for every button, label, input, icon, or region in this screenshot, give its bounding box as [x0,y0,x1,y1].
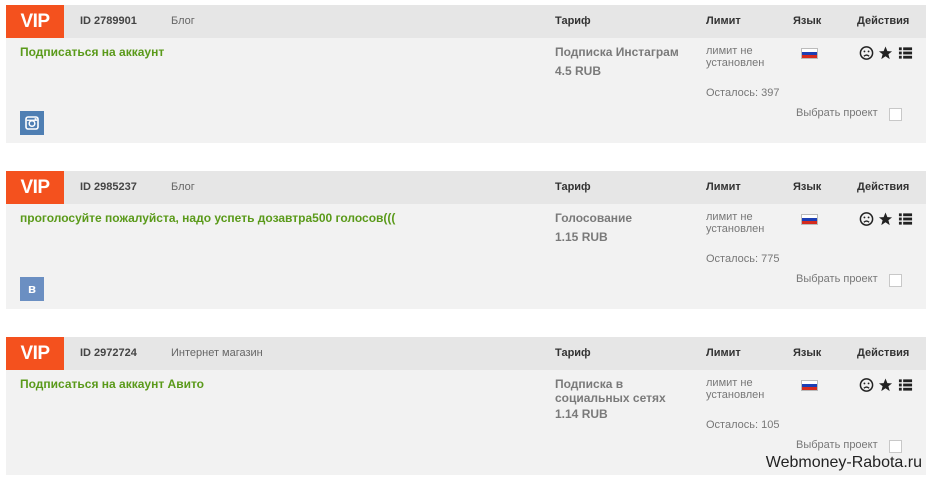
select-project-label: Выбрать проект [796,439,878,451]
action-icons [859,377,915,393]
russia-flag-icon [801,214,818,225]
task-category: Блог [171,181,195,193]
star-icon[interactable] [878,377,893,393]
task-id: ID 2789901 [80,15,137,27]
task-title-link[interactable]: Подписаться на аккаунт [20,45,164,59]
actions-header: Действия [857,181,910,193]
russia-flag-icon [801,380,818,391]
select-project-checkbox[interactable] [889,108,902,121]
vk-icon[interactable]: в [20,277,44,301]
language-header: Язык [793,15,822,27]
vip-badge: VIP [6,337,64,370]
tariff-name: Подписка в социальных сетях [555,377,666,405]
list-icon[interactable] [898,377,913,393]
action-icons [859,211,915,227]
limit-header: Лимит [706,15,741,27]
list-icon[interactable] [898,45,913,61]
actions-header: Действия [857,15,910,27]
tariff-price: 1.14 RUB [555,407,608,421]
task-category: Интернет магазин [171,347,263,359]
vip-badge: VIP [6,171,64,204]
limit-header: Лимит [706,347,741,359]
task-id: ID 2972724 [80,347,137,359]
task-card: VIP ID 2789901 Блог Тариф Лимит Язык Дей… [6,5,926,143]
sad-face-icon[interactable] [859,45,874,61]
tariff-header: Тариф [555,181,591,193]
tariff-name: Подписка Инстаграм [555,45,679,59]
limit-text: лимит не установлен [706,45,765,69]
select-project-label: Выбрать проект [796,107,878,119]
task-card: VIP ID 2985237 Блог Тариф Лимит Язык Дей… [6,171,926,309]
select-project-checkbox[interactable] [889,440,902,453]
tariff-header: Тариф [555,15,591,27]
remaining-count: Осталось: 397 [706,87,780,99]
task-title-link[interactable]: проголосуйте пожалуйста, надо успеть доз… [20,211,395,225]
instagram-icon[interactable] [20,111,44,135]
task-category: Блог [171,15,195,27]
remaining-count: Осталось: 775 [706,253,780,265]
language-header: Язык [793,347,822,359]
card-header: VIP ID 2985237 Блог Тариф Лимит Язык Дей… [6,171,926,204]
russia-flag-icon [801,48,818,59]
task-title-link[interactable]: Подписаться на аккаунт Авито [20,377,204,391]
star-icon[interactable] [878,211,893,227]
site-watermark: Webmoney-Rabota.ru [765,454,922,471]
tariff-header: Тариф [555,347,591,359]
card-header: VIP ID 2789901 Блог Тариф Лимит Язык Дей… [6,5,926,38]
language-header: Язык [793,181,822,193]
task-id: ID 2985237 [80,181,137,193]
star-icon[interactable] [878,45,893,61]
select-project-label: Выбрать проект [796,273,878,285]
tariff-price: 1.15 RUB [555,230,608,244]
select-project-checkbox[interactable] [889,274,902,287]
card-header: VIP ID 2972724 Интернет магазин Тариф Ли… [6,337,926,370]
limit-text: лимит не установлен [706,211,765,235]
list-icon[interactable] [898,211,913,227]
tariff-price: 4.5 RUB [555,64,602,78]
sad-face-icon[interactable] [859,377,874,393]
action-icons [859,45,915,61]
remaining-count: Осталось: 105 [706,419,780,431]
actions-header: Действия [857,347,910,359]
tariff-name: Голосование [555,211,633,225]
limit-text: лимит не установлен [706,377,765,401]
sad-face-icon[interactable] [859,211,874,227]
limit-header: Лимит [706,181,741,193]
vip-badge: VIP [6,5,64,38]
